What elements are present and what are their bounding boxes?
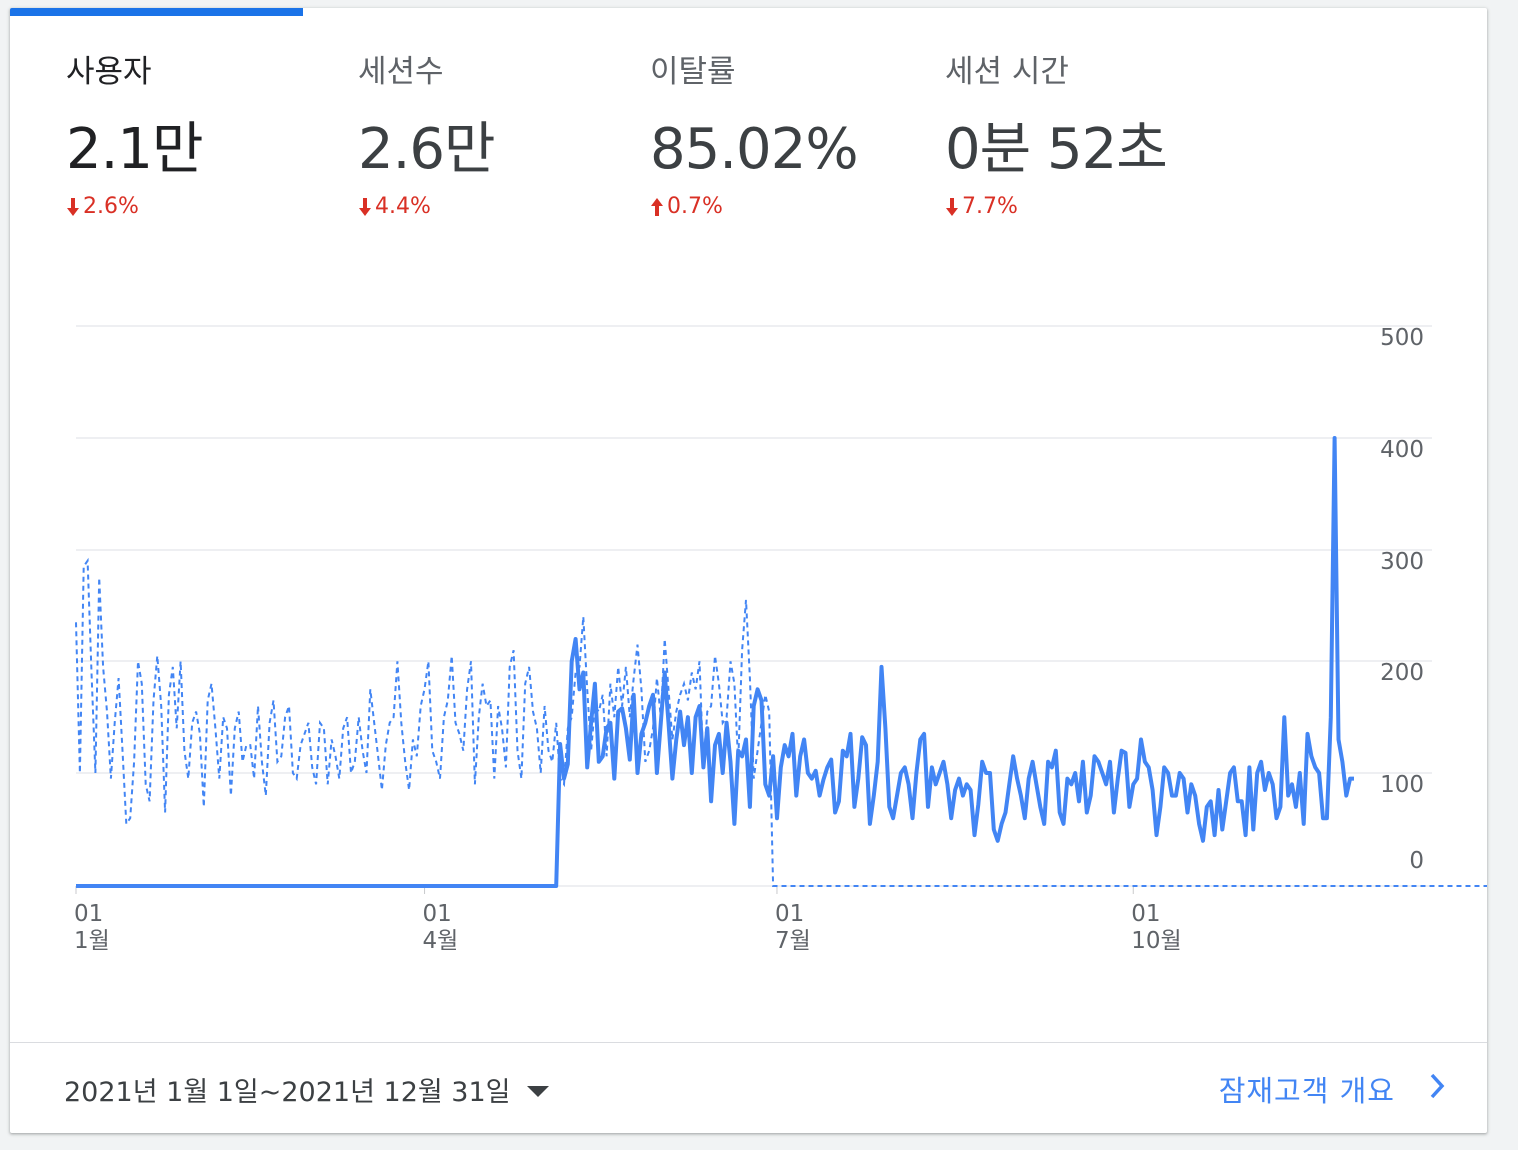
line-chart: 0100200300400500011월014월017월0110월 <box>74 325 1487 954</box>
chevron-right-icon <box>1429 1072 1445 1106</box>
date-range-label: 2021년 1월 1일~2021년 12월 31일 <box>64 1077 511 1108</box>
caret-down-icon <box>526 1074 549 1105</box>
x-tick-month-label: 4월 <box>423 928 459 954</box>
audience-overview-link[interactable]: 잠재고객 개요 <box>1219 1068 1445 1110</box>
series-line-previous <box>75 557 1487 887</box>
footer-divider <box>10 1042 1487 1043</box>
y-tick-label: 200 <box>1380 660 1424 686</box>
x-tick-day-label: 01 <box>775 901 804 927</box>
y-tick-label: 300 <box>1380 549 1424 575</box>
y-tick-label: 500 <box>1380 325 1424 351</box>
date-range-selector[interactable]: 2021년 1월 1일~2021년 12월 31일 <box>64 1070 549 1109</box>
y-tick-label: 0 <box>1409 848 1424 874</box>
audience-overview-card: 사용자 2.1만 2.6% 세션수 2.6만 4.4% 이탈률 85.02% 0… <box>10 8 1487 1133</box>
audience-overview-link-label: 잠재고객 개요 <box>1218 1074 1395 1108</box>
x-tick-month-label: 1월 <box>74 928 110 954</box>
y-tick-label: 100 <box>1380 772 1424 798</box>
x-tick-day-label: 01 <box>423 901 452 927</box>
x-tick-month-label: 10월 <box>1131 928 1181 954</box>
x-tick-day-label: 01 <box>74 901 103 927</box>
y-tick-label: 400 <box>1380 437 1424 463</box>
x-tick-day-label: 01 <box>1131 901 1160 927</box>
x-tick-month-label: 7월 <box>775 928 811 954</box>
